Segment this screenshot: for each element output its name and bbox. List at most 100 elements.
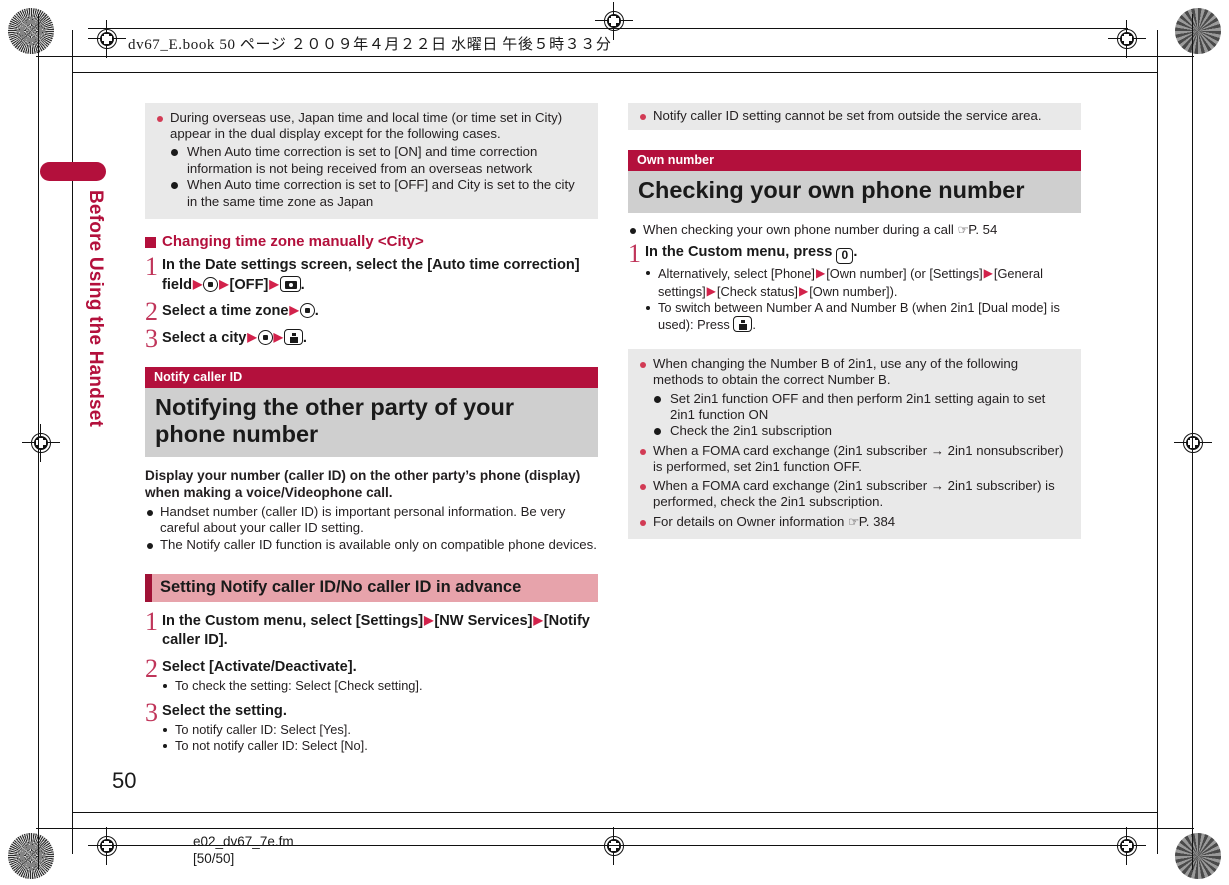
step-text-part: Select a time zone [162,303,289,320]
pink-step-2: 2 Select [Activate/Deactivate]. To check… [145,653,598,694]
step-text-part: . [300,277,305,294]
printer-slug-text: dv67_E.book 50 ページ ２００９年４月２２日 水曜日 午後５時３３… [128,37,612,53]
list-item: To notify caller ID: Select [Yes]. [162,722,368,738]
file-name: e02_dv67_7e.fm [193,834,294,849]
registration-starburst-bottom-right [1175,833,1221,879]
note-box-service-area: Notify caller ID setting cannot be set f… [628,103,1081,131]
note-bullet-list: During overseas use, Japan time and loca… [155,110,588,210]
info-key-icon [283,329,303,346]
page-number: 50 [112,768,137,793]
step-body: Select [Activate/Deactivate]. To check t… [162,658,423,694]
list-item: When checking your own phone number duri… [628,222,1081,238]
list-item: Alternatively, select [Phone]▶[Own numbe… [645,265,1081,299]
sub-text: To switch between Number A and Number B … [658,299,1060,333]
arrow-icon: ▶ [706,283,716,298]
section-notify-caller-id: Notify caller ID Notifying the other par… [145,367,598,458]
camera-key-icon [279,276,301,293]
subheading-label: Changing time zone manually <City> [162,233,424,251]
registration-crosshair-tr [1108,20,1146,58]
arrow-icon: ▶ [219,277,229,292]
reference-page: P. 54 [968,222,998,238]
note-bullet-text: During overseas use, Japan time and loca… [170,110,563,142]
lead-bullet-list: Handset number (caller ID) is important … [145,504,598,554]
trim-line-top [72,72,1158,73]
section-title: Checking your own phone number [628,171,1081,214]
pointing-hand-icon: ☞ [847,513,859,529]
bleed-line-left [38,14,39,870]
trim-line-left [72,30,73,854]
list-item: Notify caller ID setting cannot be set f… [638,108,1071,124]
note-box-2in1: When changing the Number B of 2in1, use … [628,349,1081,539]
step-text: In the Date settings screen, select the … [162,256,598,295]
step-text: Select a city▶ ▶. [162,328,307,348]
step-2-time-zone: 2 Select a time zone▶. [145,297,598,327]
step-text-part: . [853,244,858,261]
step-text-part: . [302,330,307,347]
registration-crosshair-bl [88,827,126,865]
right-column: Notify caller ID setting cannot be set f… [628,103,1081,539]
registration-crosshair-tl [88,20,126,58]
list-item: When a FOMA card exchange (2in1 subscrib… [638,478,1071,510]
list-item: The Notify caller ID function is availab… [145,537,598,553]
step-number: 2 [145,297,158,327]
registration-starburst-top-left [8,8,54,54]
trim-line-right [1157,30,1158,854]
registration-crosshair-bottom-mid [595,827,633,865]
list-item: To check the setting: Select [Check sett… [162,678,423,694]
subsection-bar-setting-notify: Setting Notify caller ID/No caller ID in… [145,573,598,602]
list-item: Check the 2in1 subscription [653,423,1071,439]
step-sub-list: To check the setting: Select [Check sett… [162,678,423,694]
bleed-line-top [36,56,1194,57]
bleed-line-bottom [36,828,1194,829]
step-sub-list: Alternatively, select [Phone]▶[Own numbe… [645,265,1081,333]
list-item: When changing the Number B of 2in1, use … [638,356,1071,440]
step-text-part: [OFF] [229,277,269,294]
step-number: 2 [145,653,158,683]
section-kicker: Own number [628,150,1081,172]
step-text: In the Custom menu, select [Settings]▶[N… [162,612,590,648]
step-number: 3 [145,324,158,354]
lead-paragraph: Display your number (caller ID) on the o… [145,468,581,501]
arrow-icon: ▶ [269,277,279,292]
note-box-overseas: During overseas use, Japan time and loca… [145,103,598,220]
step-number: 1 [145,252,158,282]
info-key-icon [733,316,753,333]
note-bullet-text: For details on Owner information [653,513,845,529]
section-kicker: Notify caller ID [145,367,598,389]
pink-step-3: 3 Select the setting. To notify caller I… [145,697,598,754]
pink-step-1: 1 In the Custom menu, select [Settings]▶… [145,606,598,650]
red-square-icon [145,237,156,249]
reference-text: When checking your own phone number duri… [643,222,954,238]
step-text-part: Select a city [162,330,247,347]
step-number: 1 [145,606,158,636]
note-bullet-list: Notify caller ID setting cannot be set f… [638,108,1071,124]
section-own-number: Own number Checking your own phone numbe… [628,150,1081,214]
pink-bar-edge [145,573,152,602]
select-key-icon [299,303,315,319]
step-1-own-number: 1 In the Custom menu, press 0. Alternati… [628,241,1081,333]
registration-starburst-bottom-left [8,833,54,879]
arrow-icon: ▶ [289,303,299,318]
step-text: Select the setting. [162,702,287,719]
pointing-hand-icon: ☞ [957,222,969,238]
select-key-icon [257,330,273,346]
arrow-icon: ▶ [273,330,283,345]
step-text: In the Custom menu, press 0. [645,243,1081,265]
registration-starburst-top-right [1175,8,1221,54]
list-item: For details on Owner information ☞P. 384 [638,514,1071,530]
arrow-icon: ▶ [815,266,826,281]
arrow-icon: ▶ [983,266,993,281]
step-1-time-zone: 1 In the Date settings screen, select th… [145,252,598,295]
arrow-icon: ▶ [533,612,543,627]
list-item: Handset number (caller ID) is important … [145,504,598,536]
step-text: Select a time zone▶. [162,301,319,321]
note-sub-list: Set 2in1 function OFF and then perform 2… [653,391,1071,440]
step-number: 3 [145,697,158,727]
note-sub-list: When Auto time correction is set to [ON]… [170,144,588,210]
header-rule [88,28,1128,29]
chapter-side-label: Before Using the Handset [85,190,106,428]
step-body: Select the setting. To notify caller ID:… [162,702,368,754]
step-sub-list: To notify caller ID: Select [Yes]. To no… [162,722,368,754]
list-item: When a FOMA card exchange (2in1 subscrib… [638,443,1071,475]
subheading-changing-time-zone: Changing time zone manually <City> [145,233,598,250]
